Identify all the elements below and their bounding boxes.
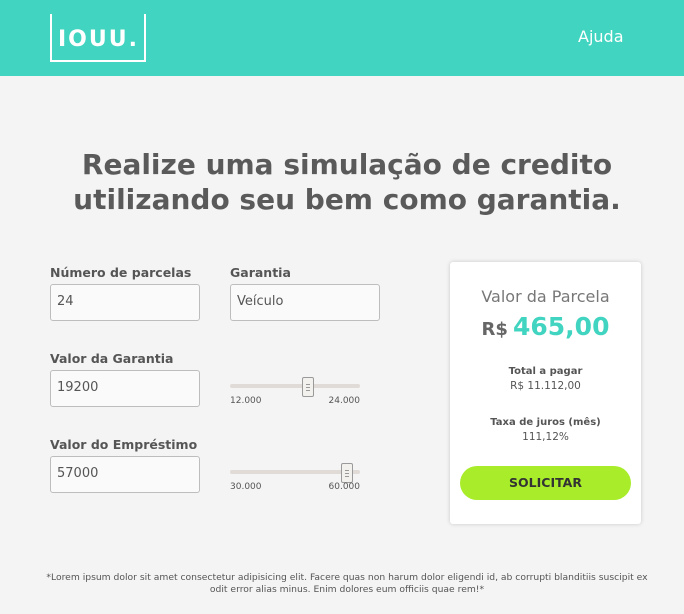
- parcelas-input[interactable]: 24: [50, 284, 200, 321]
- slider-max-label: 60.000: [328, 482, 361, 492]
- valor-emprestimo-slider[interactable]: 30.000 60.000: [230, 455, 361, 492]
- garantia-select[interactable]: Veículo: [230, 284, 380, 321]
- logo-frame-bottom: [50, 60, 146, 62]
- slider-thumb[interactable]: [302, 377, 314, 397]
- header-bar: IOUU. Ajuda: [0, 0, 684, 76]
- garantia-label: Garantia: [230, 265, 291, 280]
- slider-min-label: 30.000: [230, 482, 262, 492]
- slider-thumb[interactable]: [341, 463, 353, 483]
- result-card: Valor da Parcela R$ 465,00 Total a pagar…: [450, 262, 641, 524]
- logo-text: IOUU.: [58, 27, 139, 52]
- rate-label: Taxa de juros (mês): [490, 417, 601, 428]
- parcelas-label: Número de parcelas: [50, 265, 192, 280]
- logo-frame-right: [144, 14, 146, 62]
- page-title-line-1: Realize uma simulação de credito: [81, 148, 613, 181]
- valor-garantia-input[interactable]: 19200: [50, 370, 200, 407]
- solicitar-button[interactable]: SOLICITAR: [460, 466, 631, 500]
- valor-garantia-slider[interactable]: 12.000 24.000: [230, 369, 361, 406]
- slider-track[interactable]: [230, 384, 360, 388]
- installment-amount: 465,00: [513, 312, 610, 341]
- installment-value: R$ 465,00: [450, 312, 641, 341]
- logo[interactable]: IOUU.: [50, 14, 146, 62]
- slider-min-label: 12.000: [230, 396, 262, 406]
- rate-value: 111,12%: [522, 431, 569, 443]
- slider-max-label: 24.000: [328, 396, 361, 406]
- total-label: Total a pagar: [508, 366, 583, 377]
- page-title-line-2: utilizando seu bem como garantia.: [73, 183, 621, 216]
- total-value: R$ 11.112,00: [510, 380, 581, 392]
- help-link[interactable]: Ajuda: [578, 27, 624, 46]
- footer-disclaimer: *Lorem ipsum dolor sit amet consectetur …: [46, 572, 648, 595]
- valor-emprestimo-input[interactable]: 57000: [50, 456, 200, 493]
- valor-emprestimo-label: Valor do Empréstimo: [50, 437, 198, 452]
- valor-garantia-label: Valor da Garantia: [50, 351, 174, 366]
- page-title: Realize uma simulação de credito utiliza…: [0, 147, 684, 217]
- logo-frame-left: [50, 14, 52, 62]
- currency-symbol: R$: [481, 319, 508, 340]
- installment-title: Valor da Parcela: [481, 287, 610, 306]
